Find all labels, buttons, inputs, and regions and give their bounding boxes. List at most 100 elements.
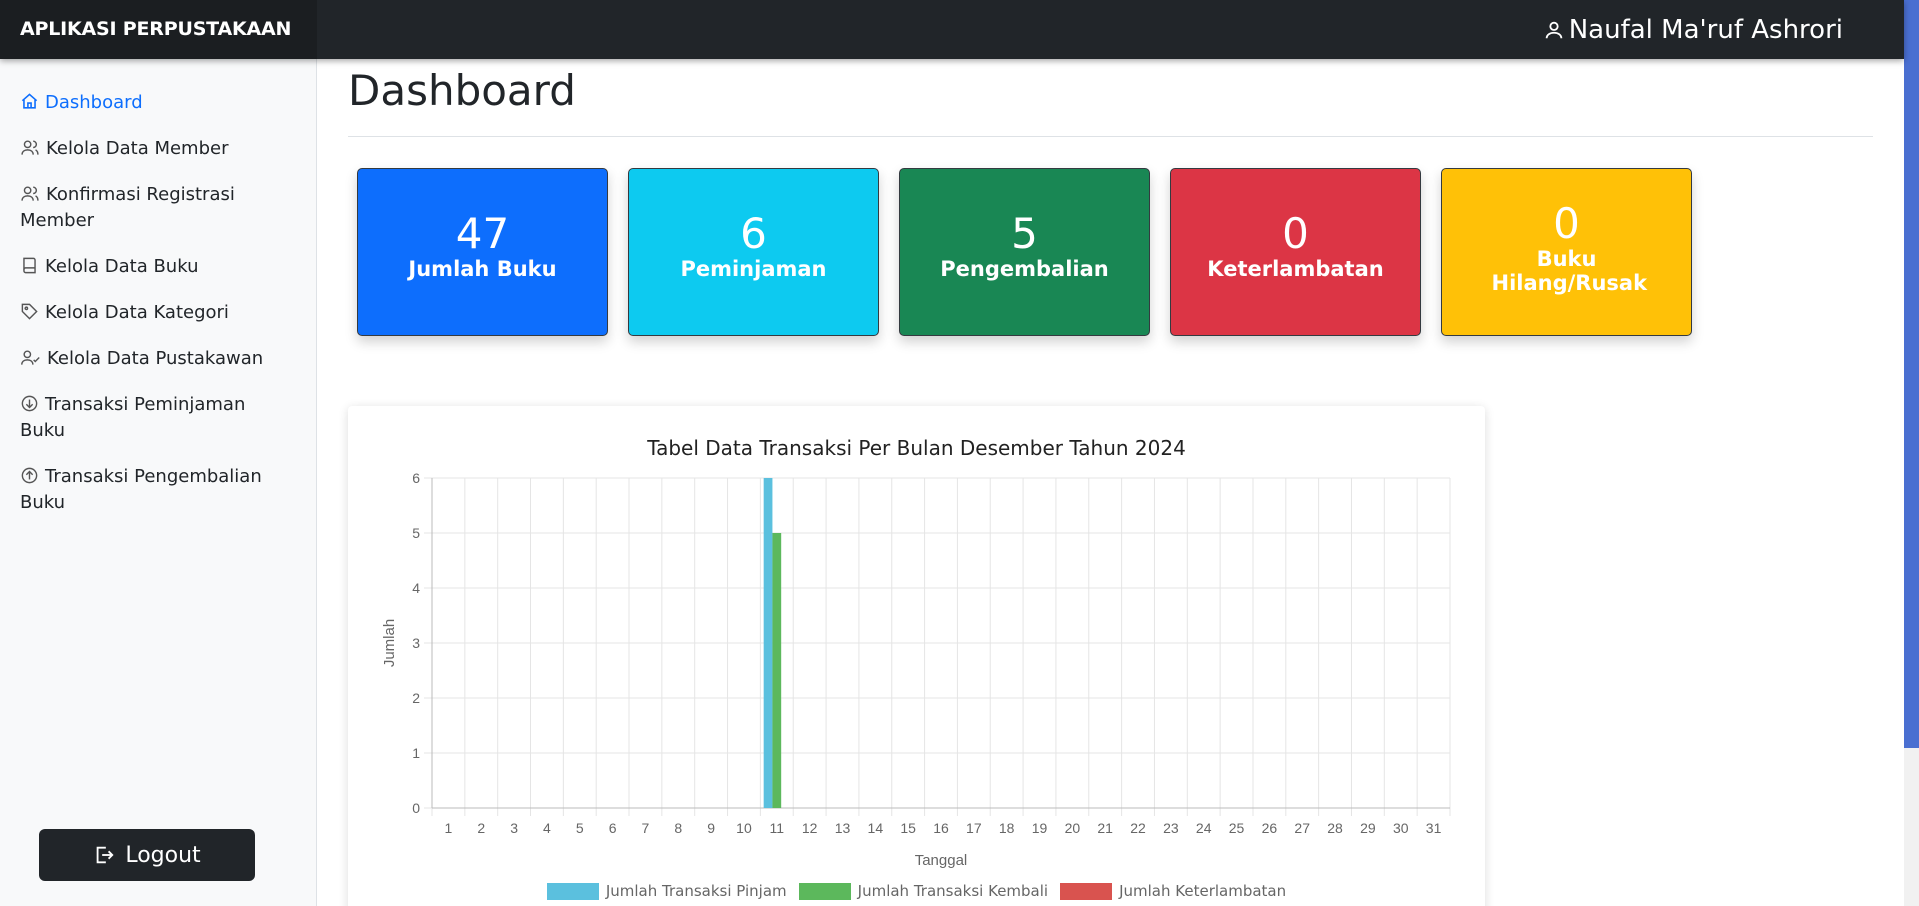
card-label: Buku Hilang/Rusak <box>1491 247 1648 295</box>
x-tick-label: 18 <box>999 820 1015 836</box>
x-tick-label: 4 <box>543 820 551 836</box>
tag-icon <box>21 303 38 320</box>
x-tick-label: 3 <box>510 820 518 836</box>
y-tick-label: 3 <box>412 635 420 651</box>
chart-plot: 01234561 2 3 4 5 6 7 8 9 10 11 12 13 14 15 16 17 18 19 20 21… <box>381 470 1451 869</box>
sidebar-item-label: Kelola Data Kategori <box>45 302 229 323</box>
card-label: Keterlambatan <box>1207 257 1384 281</box>
page-title: Dashboard <box>348 66 576 115</box>
x-tick-label: 31 <box>1426 820 1442 836</box>
card-jumlah-buku[interactable]: 47 Jumlah Buku <box>357 168 608 336</box>
arrow-up-circle-icon <box>21 467 38 484</box>
x-tick-label: 7 <box>642 820 650 836</box>
users-icon <box>21 140 39 155</box>
x-tick-label: 9 <box>707 820 715 836</box>
legend-label: Jumlah Transaksi Pinjam <box>605 882 787 900</box>
user-check-icon <box>21 350 40 365</box>
user-icon <box>1545 21 1562 38</box>
y-tick-label: 6 <box>412 470 420 486</box>
scrollbar-thumb[interactable] <box>1904 0 1919 748</box>
sidebar-item-label: Transaksi Pengembalian Buku <box>20 466 262 513</box>
x-axis-title: Tanggal <box>915 852 968 869</box>
sidebar-item-label: Dashboard <box>45 92 143 113</box>
card-keterlambatan[interactable]: 0 Keterlambatan <box>1170 168 1421 336</box>
y-tick-label: 0 <box>412 800 420 816</box>
x-tick-label: 1 <box>445 820 453 836</box>
card-pengembalian[interactable]: 5 Pengembalian <box>899 168 1150 336</box>
x-tick-label: 17 <box>966 820 982 836</box>
logout-label: Logout <box>125 842 201 868</box>
x-tick-label: 19 <box>1032 820 1048 836</box>
sidebar-item-label: Kelola Data Buku <box>45 256 199 277</box>
x-tick-label: 26 <box>1262 820 1278 836</box>
sidebar-item-kelola-pustakawan[interactable]: Kelola Data Pustakawan <box>0 346 300 372</box>
x-tick-label: 14 <box>868 820 884 836</box>
card-value: 5 <box>1011 209 1038 258</box>
user-menu[interactable]: Naufal Ma'ruf Ashrori <box>1543 0 1843 59</box>
logout-icon <box>96 846 114 864</box>
x-tick-label: 23 <box>1163 820 1179 836</box>
y-tick-label: 4 <box>412 580 420 596</box>
chart-card: Tabel Data Transaksi Per Bulan Desember … <box>348 406 1485 906</box>
y-tick-label: 2 <box>412 690 420 706</box>
sidebar: Dashboard Kelola Data Member Konfirmasi … <box>0 59 317 906</box>
sidebar-item-label: Kelola Data Member <box>46 138 229 159</box>
bar <box>763 478 773 808</box>
x-tick-label: 15 <box>900 820 916 836</box>
legend-item[interactable]: Jumlah Keterlambatan <box>1060 882 1286 900</box>
card-label: Jumlah Buku <box>408 257 557 281</box>
sidebar-item-label: Konfirmasi Registrasi Member <box>20 184 235 231</box>
x-tick-label: 11 <box>770 820 785 836</box>
x-tick-label: 30 <box>1393 820 1409 836</box>
users-icon <box>21 186 39 201</box>
home-icon <box>21 93 38 109</box>
card-value: 0 <box>1553 199 1580 248</box>
x-tick-label: 12 <box>802 820 818 836</box>
bar <box>772 533 782 808</box>
x-tick-label: 5 <box>576 820 584 836</box>
x-tick-label: 29 <box>1360 820 1376 836</box>
sidebar-item-label: Transaksi Peminjaman Buku <box>20 394 246 441</box>
sidebar-item-dashboard[interactable]: Dashboard <box>0 90 300 116</box>
card-peminjaman[interactable]: 6 Peminjaman <box>628 168 879 336</box>
legend-item[interactable]: Jumlah Transaksi Kembali <box>798 882 1049 900</box>
card-buku-hilang-rusak[interactable]: 0 Buku Hilang/Rusak <box>1441 168 1692 336</box>
chart-legend: Jumlah Transaksi Pinjam Jumlah Transaksi … <box>348 882 1485 900</box>
card-value: 0 <box>1282 209 1309 258</box>
legend-item[interactable]: Jumlah Transaksi Pinjam <box>546 882 787 900</box>
user-name: Naufal Ma'ruf Ashrori <box>1568 14 1843 45</box>
card-value: 6 <box>740 209 767 258</box>
card-label: Peminjaman <box>680 257 827 281</box>
legend-swatch <box>546 882 599 900</box>
x-tick-label: 10 <box>736 820 752 836</box>
legend-swatch <box>1060 882 1113 900</box>
x-tick-label: 20 <box>1065 820 1081 836</box>
sidebar-item-kelola-member[interactable]: Kelola Data Member <box>0 136 300 162</box>
x-tick-label: 27 <box>1294 820 1310 836</box>
legend-label: Jumlah Transaksi Kembali <box>857 882 1049 900</box>
x-tick-label: 22 <box>1130 820 1146 836</box>
logout-button[interactable]: Logout <box>39 829 255 881</box>
x-tick-label: 25 <box>1229 820 1245 836</box>
legend-swatch <box>798 882 851 900</box>
y-axis-title: Jumlah <box>381 619 398 667</box>
top-navbar: APLIKASI PERPUSTAKAAN Naufal Ma'ruf Ashr… <box>0 0 1904 59</box>
app-brand[interactable]: APLIKASI PERPUSTAKAAN <box>0 0 317 59</box>
card-value: 47 <box>455 209 510 258</box>
sidebar-item-kelola-kategori[interactable]: Kelola Data Kategori <box>0 300 300 326</box>
x-tick-label: 13 <box>835 820 851 836</box>
book-icon <box>23 257 36 274</box>
sidebar-item-transaksi-pengembalian[interactable]: Transaksi Pengembalian Buku <box>0 464 300 516</box>
sidebar-item-konfirmasi-registrasi[interactable]: Konfirmasi Registrasi Member <box>0 182 300 234</box>
sidebar-item-transaksi-peminjaman[interactable]: Transaksi Peminjaman Buku <box>0 392 300 444</box>
legend-label: Jumlah Keterlambatan <box>1119 882 1287 900</box>
x-tick-label: 16 <box>933 820 949 836</box>
x-tick-label: 8 <box>674 820 682 836</box>
sidebar-item-label: Kelola Data Pustakawan <box>47 348 264 369</box>
scrollbar[interactable] <box>1904 0 1919 906</box>
y-tick-label: 5 <box>412 525 420 541</box>
x-tick-label: 28 <box>1327 820 1343 836</box>
title-divider <box>348 136 1873 137</box>
x-tick-label: 24 <box>1196 820 1212 836</box>
sidebar-item-kelola-buku[interactable]: Kelola Data Buku <box>0 254 300 280</box>
